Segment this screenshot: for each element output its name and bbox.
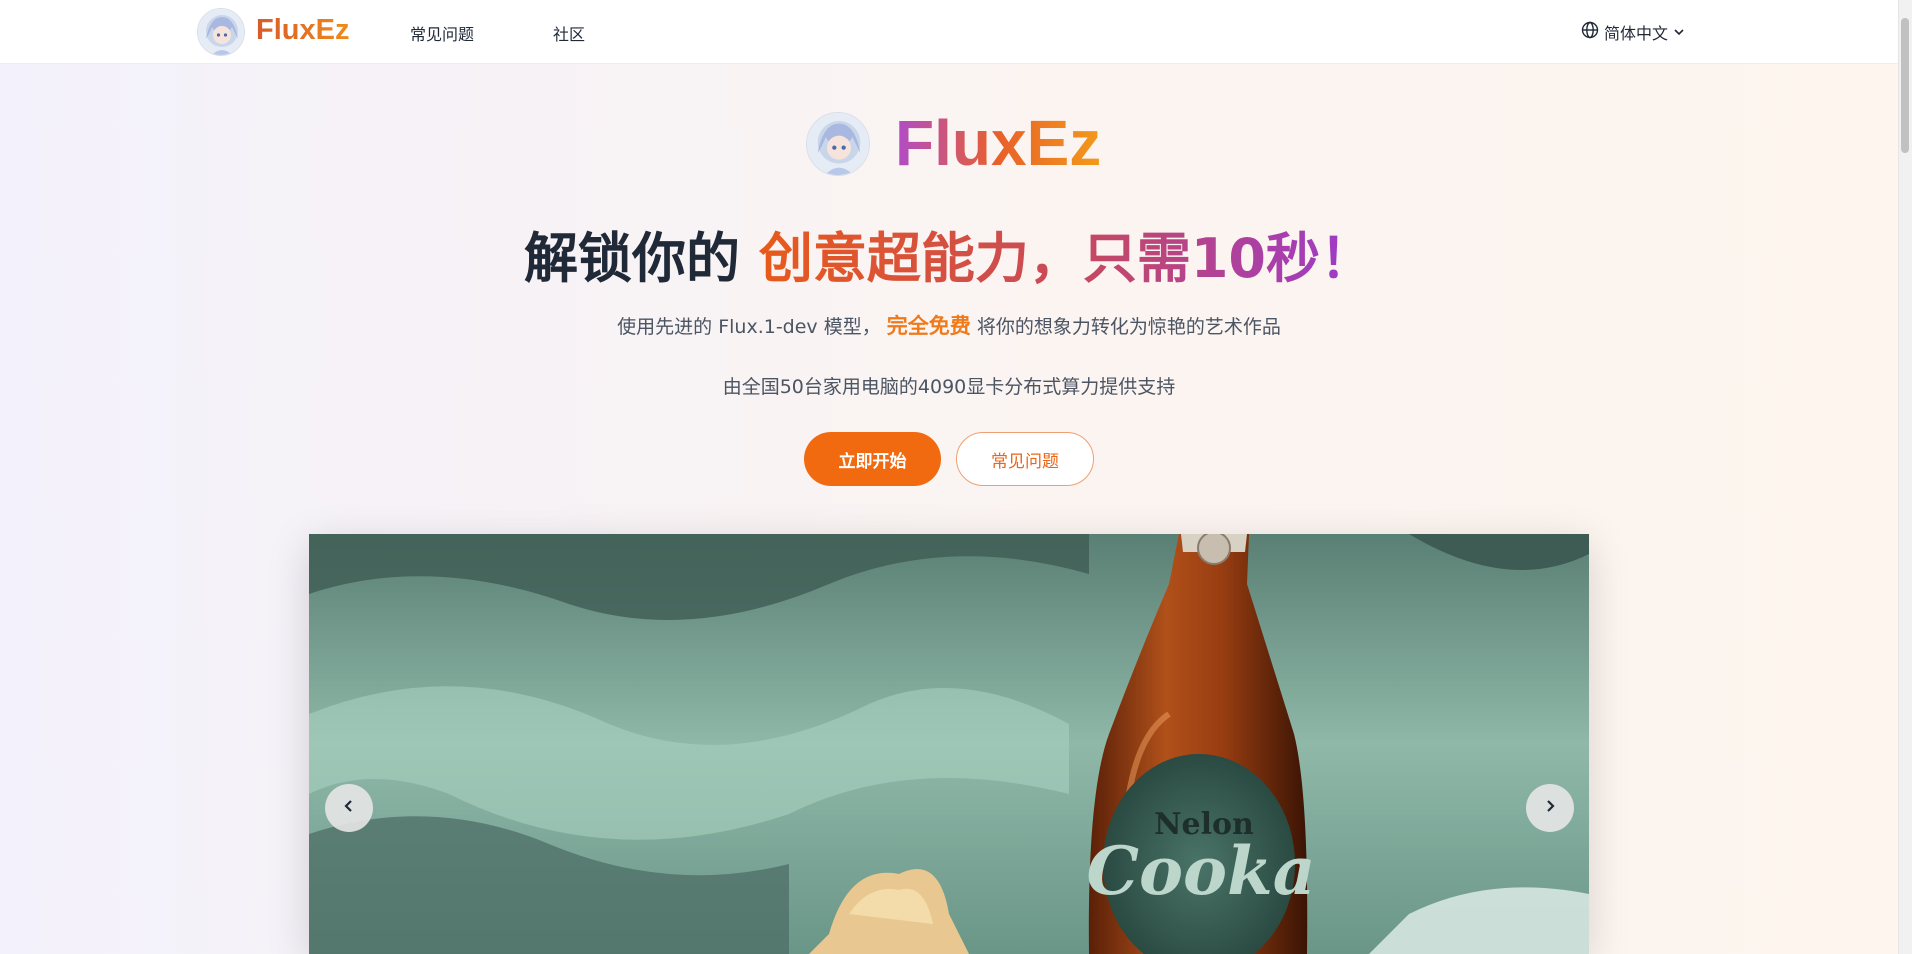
start-button[interactable]: 立即开始 bbox=[804, 432, 941, 486]
language-label: 简体中文 bbox=[1604, 24, 1669, 43]
globe-icon bbox=[1581, 21, 1599, 43]
headline-plain: 解锁你的 bbox=[524, 227, 741, 290]
carousel-prev-button[interactable] bbox=[325, 784, 373, 832]
chevron-left-icon bbox=[341, 798, 357, 818]
carousel-next-button[interactable] bbox=[1526, 784, 1574, 832]
chevron-down-icon bbox=[1673, 23, 1685, 42]
nav-link-community[interactable]: 社区 bbox=[553, 21, 585, 45]
headline-gradient: 创意超能力，只需10秒！ bbox=[758, 227, 1374, 290]
hero-brand-title: FluxEz bbox=[895, 107, 1102, 179]
image-carousel[interactable]: Nelon Cooka bbox=[309, 534, 1589, 954]
nav-brand[interactable]: FluxEz bbox=[256, 14, 349, 47]
subtitle-highlight: 完全免费 bbox=[886, 314, 971, 338]
carousel-image: Nelon Cooka bbox=[309, 534, 1589, 954]
language-selector[interactable]: 简体中文 bbox=[1581, 20, 1685, 44]
support-text: 由全国50台家用电脑的4090显卡分布式算力提供支持 bbox=[722, 376, 1176, 398]
hero-logo-avatar bbox=[806, 112, 870, 176]
scrollbar-thumb[interactable] bbox=[1901, 18, 1909, 153]
hero-headline: 解锁你的 创意超能力，只需10秒！ bbox=[0, 214, 1898, 293]
logo-avatar[interactable] bbox=[197, 8, 245, 56]
navbar: FluxEz 常见问题 社区 简体中文 bbox=[0, 0, 1898, 64]
subtitle-before: 使用先进的 Flux.1-dev 模型， bbox=[617, 316, 881, 338]
hero-subtitle: 使用先进的 Flux.1-dev 模型， 完全免费 将你的想象力转化为惊艳的艺术… bbox=[0, 310, 1898, 340]
subtitle-after: 将你的想象力转化为惊艳的艺术作品 bbox=[976, 316, 1281, 338]
page-scrollbar[interactable] bbox=[1898, 0, 1912, 954]
chevron-right-icon bbox=[1542, 798, 1558, 818]
faq-button[interactable]: 常见问题 bbox=[956, 432, 1094, 486]
bottle-label-main: Cooka bbox=[1086, 832, 1315, 910]
nav-link-faq[interactable]: 常见问题 bbox=[410, 21, 474, 45]
